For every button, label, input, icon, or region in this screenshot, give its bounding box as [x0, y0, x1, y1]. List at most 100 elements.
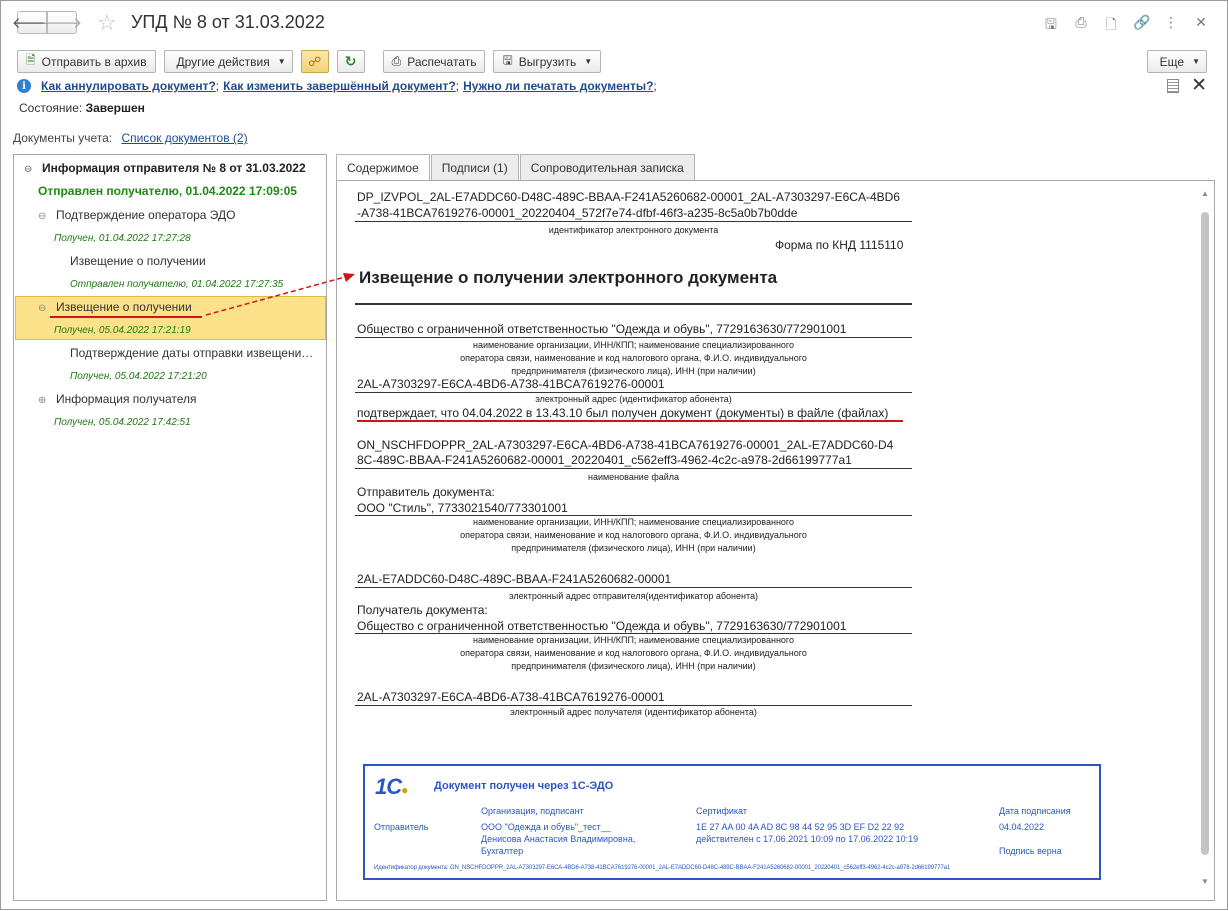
doc-id-caption: идентификатор электронного документа — [548, 225, 719, 235]
annotation-underline — [357, 420, 903, 422]
structure-button[interactable]: ☍ — [300, 50, 329, 73]
scroll-thumb[interactable] — [1201, 212, 1209, 855]
help-link-change[interactable]: Как изменить завершённый документ? — [223, 79, 456, 93]
separator: ; — [455, 79, 460, 93]
notice-document: DP_IZVPOL_2AL-E7ADDC60-D48C-489C-BBAA-F2… — [337, 181, 1197, 902]
more-vertical-icon[interactable]: ⋮ — [1163, 14, 1179, 38]
tree-node-status: Получен, 05.04.2022 17:21:20 — [70, 371, 207, 382]
scroll-up-icon[interactable]: ▲ — [1199, 189, 1211, 198]
dropdown-arrow-icon: ▼ — [1192, 57, 1200, 66]
collapse-icon[interactable]: ⊖ — [38, 303, 48, 314]
sender-caption-1: наименование организации, ИНН/КПП; наиме… — [472, 517, 795, 527]
tree-node-recipient-info[interactable]: ⊕ Информация получателя — [38, 392, 197, 406]
recipient-addr-caption: электронный адрес получателя (идентифика… — [510, 707, 757, 717]
refresh-icon: ↻ — [344, 53, 357, 69]
tree-node-status: Отправлен получателю, 01.04.2022 17:09:0… — [38, 184, 297, 198]
stamp-date: 04.04.2022 — [999, 822, 1045, 832]
send-to-archive-button[interactable]: 🗎 Отправить в архив — [17, 50, 156, 73]
rule — [355, 468, 912, 469]
edo-stamp: 1С● Документ получен через 1С-ЭДО Органи… — [363, 764, 1101, 880]
separator: ; — [215, 79, 220, 93]
tab-signatures[interactable]: Подписи (1) — [430, 154, 519, 180]
file-name-line-1: ON_NSCHFDOPPR_2AL-A7303297-E6CA-4BD6-A73… — [357, 438, 894, 452]
disk-icon: 🖫 — [502, 53, 513, 67]
window-tools: 🖫 ⎙ 🗋 🔗 ⋮ ✕ — [1043, 14, 1209, 38]
other-actions-button[interactable]: Другие действия ▼ — [163, 50, 293, 73]
state-value: Завершен — [85, 101, 145, 115]
document-view[interactable]: DP_IZVPOL_2AL-E7ADDC60-D48C-489C-BBAA-F2… — [336, 180, 1215, 901]
logo-text: 1С — [375, 774, 402, 799]
stamp-cert-1: 1E 27 AA 00 4A AD 8C 98 44 52 95 3D EF D… — [696, 822, 905, 832]
recipient-caption-2: оператора связи, наименование и код нало… — [460, 648, 807, 658]
sender-addr-line: 2AL-E7ADDC60-D48C-489C-BBAA-F241A5260682… — [357, 572, 672, 586]
other-actions-label: Другие действия — [176, 54, 270, 69]
addr-caption: электронный адрес (идентификатор абонент… — [535, 394, 732, 404]
scroll-down-icon[interactable]: ▼ — [1199, 877, 1211, 886]
tab-content[interactable]: Содержимое — [336, 154, 430, 181]
dropdown-arrow-icon: ▼ — [584, 57, 593, 66]
collapse-icon[interactable]: ⊖ — [24, 164, 34, 175]
tree-node-status: Получен, 05.04.2022 17:21:19 — [54, 325, 191, 336]
recipient-caption-3: предпринимателя (физического лица), ИНН … — [511, 661, 756, 671]
close-panel-icon[interactable]: ✕ — [1191, 74, 1207, 97]
documents-list-link[interactable]: Список документов (2) — [121, 131, 247, 145]
notes-icon[interactable] — [1167, 79, 1179, 93]
stamp-col-date: Дата подписания — [999, 806, 1071, 816]
tree-node-send-date-confirm[interactable]: Подтверждение даты отправки извещени… — [70, 346, 313, 360]
arrow-right-icon: 🡒 — [41, 15, 83, 32]
rule — [355, 303, 912, 305]
sender-caption-2: оператора связи, наименование и код нало… — [460, 530, 807, 540]
tree-node-label: Информация отправителя № 8 от 31.03.2022 — [42, 161, 306, 175]
refresh-button[interactable]: ↻ — [336, 50, 365, 73]
org-caption-1: наименование организации, ИНН/КПП; наиме… — [472, 340, 795, 350]
close-icon[interactable]: ✕ — [1193, 14, 1209, 38]
tab-cover-note[interactable]: Сопроводительная записка — [519, 154, 695, 180]
more-label: Еще — [1159, 54, 1185, 69]
org-caption-2: оператора связи, наименование и код нало… — [460, 353, 807, 363]
collapse-icon[interactable]: ⊖ — [38, 211, 48, 222]
export-button[interactable]: 🖫 Выгрузить ▼ — [493, 50, 602, 73]
link-icon[interactable]: 🔗 — [1133, 14, 1150, 38]
printer-icon: ⎙ — [391, 54, 402, 68]
export-label: Выгрузить — [518, 54, 577, 69]
archive-icon: 🗎 — [26, 53, 36, 67]
toolbar: 🗎 Отправить в архив Другие действия ▼ ☍ … — [17, 50, 602, 74]
recipient-addr-line: 2AL-A7303297-E6CA-4BD6-A738-41BCA7619276… — [357, 690, 665, 704]
recipient-caption-1: наименование организации, ИНН/КПП; наиме… — [472, 635, 795, 645]
tree-node-status: Отправлен получателю, 01.04.2022 17:27:3… — [70, 279, 284, 290]
preview-icon[interactable]: 🗋 — [1103, 14, 1119, 38]
print-button[interactable]: ⎙ Распечатать — [382, 50, 486, 73]
help-link-print[interactable]: Нужно ли печатать документы? — [463, 79, 653, 93]
file-caption: наименование файла — [587, 472, 680, 482]
tree-node-sender-info[interactable]: ⊖ Информация отправителя № 8 от 31.03.202… — [24, 161, 306, 175]
tree-node-receipt-notice-1[interactable]: Извещение о получении — [70, 254, 206, 268]
document-flow-tree: ⊖ Информация отправителя № 8 от 31.03.202… — [13, 154, 327, 901]
stamp-org-1: ООО "Одежда и обувь"_тест__ — [481, 822, 611, 832]
confirmation-text: подтверждает, что 04.04.2022 в 13.43.10 … — [357, 406, 889, 420]
vertical-scrollbar[interactable]: ▲ ▼ — [1199, 187, 1211, 891]
stamp-org-2: Денисова Анастасия Владимировна, — [481, 834, 636, 844]
tree-node-label: Информация получателя — [56, 392, 197, 406]
sender-line: ООО "Стиль", 7733021540/773301001 — [357, 501, 568, 515]
content-tabs: Содержимое Подписи (1) Сопроводительная … — [336, 154, 696, 181]
more-button[interactable]: Еще ▼ — [1146, 50, 1207, 73]
state-row: Состояние: Завершен — [19, 101, 145, 115]
stamp-col-cert: Сертификат — [696, 806, 747, 816]
expand-icon[interactable]: ⊕ — [38, 395, 48, 406]
stamp-cert-2: действителен с 17.06.2021 10:09 по 17.06… — [696, 834, 919, 844]
help-link-annul[interactable]: Как аннулировать документ? — [41, 79, 216, 93]
favorite-star-icon[interactable]: ☆ — [97, 10, 117, 36]
save-icon[interactable]: 🖫 — [1043, 14, 1059, 38]
forward-button[interactable]: 🡒 — [42, 11, 82, 34]
info-icon: i — [17, 79, 31, 93]
stamp-signature-valid: Подпись верна — [999, 846, 1062, 856]
print-icon[interactable]: ⎙ — [1073, 14, 1089, 38]
window-title: УПД № 8 от 31.03.2022 — [131, 12, 325, 32]
state-label: Состояние: — [19, 101, 83, 115]
tree-node-operator-confirm[interactable]: ⊖ Подтверждение оператора ЭДО — [38, 208, 236, 222]
stamp-title: Документ получен через 1С-ЭДО — [434, 780, 614, 792]
tree-node-receipt-notice-2[interactable]: ⊖ Извещение о получении — [38, 300, 192, 314]
logo-1c: 1С● — [375, 774, 408, 800]
tree-node-status: Получен, 05.04.2022 17:42:51 — [54, 417, 191, 428]
document-heading: Извещение о получении электронного докум… — [359, 268, 778, 287]
